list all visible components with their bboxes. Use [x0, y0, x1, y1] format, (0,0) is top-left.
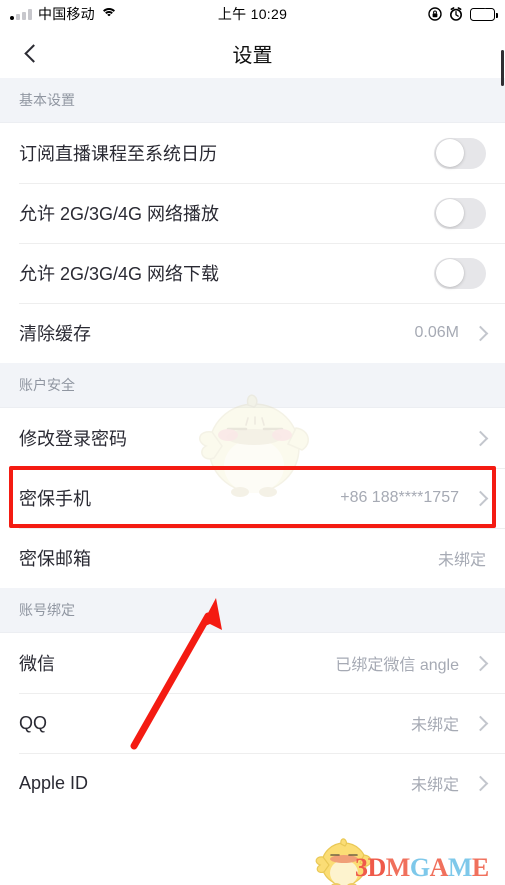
- row-value: 未绑定: [437, 552, 486, 569]
- row-label: 允许 2G/3G/4G 网络播放: [19, 204, 220, 224]
- settings-row-微信[interactable]: 微信 已绑定微信 angle: [0, 633, 505, 693]
- battery-charging-icon: ⚡: [470, 7, 498, 21]
- row-label: 清除缓存: [19, 324, 91, 344]
- toggle-knob: [435, 139, 464, 167]
- brand-letter: D: [367, 853, 387, 882]
- row-accessory: 未绑定: [438, 546, 486, 570]
- row-label: 订阅直播课程至系统日历: [19, 144, 217, 164]
- settings-row-允许-2G/3G/4G-网络下载[interactable]: 允许 2G/3G/4G 网络下载: [0, 243, 505, 303]
- settings-list: 基本设置订阅直播课程至系统日历 允许 2G/3G/4G 网络播放 允许 2G/3G/…: [0, 78, 505, 813]
- settings-row-清除缓存[interactable]: 清除缓存 0.06M: [0, 303, 505, 363]
- rotation-lock-icon: [428, 7, 442, 21]
- row-label: QQ: [19, 712, 48, 733]
- row-accessory: +86 188****1757: [340, 489, 489, 507]
- row-label: 密保手机: [19, 489, 91, 509]
- settings-row-订阅直播课程至系统日历[interactable]: 订阅直播课程至系统日历: [0, 123, 505, 183]
- settings-row-密保邮箱[interactable]: 密保邮箱 未绑定: [0, 528, 505, 588]
- row-accessory: 已绑定微信 angle: [335, 651, 489, 675]
- chevron-right-icon: [472, 325, 489, 341]
- row-accessory: [472, 430, 489, 446]
- row-accessory: 未绑定: [410, 771, 489, 795]
- row-label: 允许 2G/3G/4G 网络下载: [19, 264, 220, 284]
- navigation-bar: 设置: [0, 28, 505, 78]
- brand-letter: G: [409, 853, 430, 882]
- row-label: 微信: [19, 654, 55, 674]
- row-label: 修改登录密码: [19, 429, 127, 449]
- phone-screen: 中国移动 上午 10:29 ⚡ 设置 基本设置 订阅直播课程至系统日历 允许 2…: [0, 0, 505, 885]
- row-value: 未绑定: [410, 717, 459, 734]
- brand-letter: 3: [355, 853, 368, 882]
- row-accessory: [434, 257, 486, 289]
- brand-letter: M: [447, 853, 473, 882]
- settings-row-修改登录密码[interactable]: 修改登录密码: [0, 408, 505, 468]
- section-header: 基本设置: [0, 78, 505, 123]
- row-value: 已绑定微信 angle: [335, 657, 459, 674]
- settings-row-密保手机[interactable]: 密保手机 +86 188****1757: [0, 468, 505, 528]
- settings-row-允许-2G/3G/4G-网络播放[interactable]: 允许 2G/3G/4G 网络播放: [0, 183, 505, 243]
- toggle-knob: [435, 259, 464, 287]
- chevron-right-icon: [472, 775, 489, 791]
- chevron-right-icon: [472, 655, 489, 671]
- brand-letter: E: [471, 853, 489, 882]
- chevron-right-icon: [472, 715, 489, 731]
- toggle-switch[interactable]: [434, 137, 486, 169]
- row-accessory: [434, 197, 486, 229]
- toggle-switch[interactable]: [434, 257, 486, 289]
- settings-row-Apple-ID[interactable]: Apple ID 未绑定: [0, 753, 505, 813]
- section-header: 账户安全: [0, 363, 505, 408]
- signal-bars-icon: [10, 8, 32, 20]
- brand-watermark: 3DMGAME: [355, 855, 489, 881]
- status-bar-left: 中国移动: [10, 4, 118, 24]
- row-accessory: 0.06M: [414, 324, 489, 342]
- status-bar-right: ⚡: [428, 7, 498, 21]
- section-header: 账号绑定: [0, 588, 505, 633]
- brand-letter: M: [385, 853, 411, 882]
- toggle-switch[interactable]: [434, 197, 486, 229]
- row-accessory: 未绑定: [410, 711, 489, 735]
- status-bar: 中国移动 上午 10:29 ⚡: [0, 0, 505, 28]
- clock-label: 上午 10:29: [217, 6, 288, 22]
- row-value: 0.06M: [414, 324, 459, 341]
- chevron-right-icon: [472, 490, 489, 506]
- scrollbar[interactable]: [501, 50, 504, 86]
- row-label: Apple ID: [19, 772, 89, 793]
- row-accessory: [434, 137, 486, 169]
- settings-row-QQ[interactable]: QQ 未绑定: [0, 693, 505, 753]
- toggle-knob: [435, 199, 464, 227]
- row-value: 未绑定: [410, 777, 459, 794]
- row-label: 密保邮箱: [19, 549, 91, 569]
- page-title: 设置: [232, 44, 273, 67]
- wifi-icon: [100, 8, 118, 20]
- alarm-clock-icon: [450, 7, 462, 21]
- carrier-label: 中国移动: [38, 6, 95, 22]
- chick-mascot-logo-icon: [315, 838, 372, 885]
- chevron-right-icon: [472, 430, 489, 446]
- brand-letter: A: [429, 853, 449, 882]
- row-value: +86 188****1757: [340, 489, 459, 506]
